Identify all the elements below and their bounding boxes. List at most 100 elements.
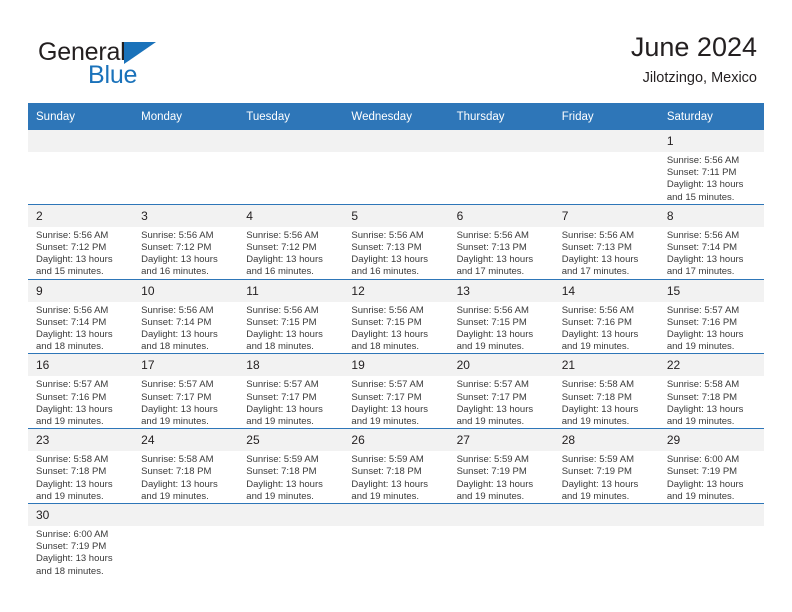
day-number: 2 [28, 204, 134, 227]
day-info-daylight1: Daylight: 13 hours [666, 403, 744, 415]
day-info-daylight1: Daylight: 13 hours [36, 403, 113, 415]
calendar-day-cell[interactable]: 16 Sunrise: 5:57 AM Sunset: 7:16 PM Dayligh… [28, 353, 134, 429]
calendar-empty-cell [343, 130, 449, 205]
day-info-sunset: Sunset: 7:18 PM [36, 466, 107, 478]
day-number: 25 [238, 429, 344, 452]
calendar-day-cell[interactable]: 3 Sunrise: 5:56 AM Sunset: 7:12 PM Daylight… [133, 203, 239, 280]
day-number: 9 [28, 279, 134, 302]
day-number [658, 504, 764, 527]
calendar-day-cell[interactable]: 19 Sunrise: 5:57 AM Sunset: 7:17 PM Dayligh… [343, 353, 449, 429]
day-number [448, 504, 554, 527]
calendar-week-row: 30 Sunrise: 6:00 AM Sunset: 7:19 PM Dayligh… [28, 503, 764, 585]
day-number [343, 504, 449, 527]
calendar-day-cell[interactable]: 25 Sunrise: 5:59 AM Sunset: 7:18 PM Dayligh… [238, 428, 344, 504]
calendar-day-cell[interactable]: 13 Sunrise: 5:56 AM Sunset: 7:15 PM Dayligh… [448, 278, 554, 354]
calendar-day-cell[interactable]: 8 Sunrise: 5:56 AM Sunset: 7:14 PM Daylight… [658, 203, 764, 280]
day-info-sunrise: Sunrise: 5:58 AM [36, 454, 109, 466]
logo-text-blue: Blue [88, 61, 138, 89]
day-info: Sunrise: 5:59 AM Sunset: 7:18 PM Daylight:… [343, 451, 448, 503]
day-number: 5 [343, 204, 449, 227]
day-number [133, 504, 239, 527]
calendar-day-cell[interactable]: 20 Sunrise: 5:57 AM Sunset: 7:17 PM Dayligh… [448, 353, 554, 429]
calendar-day-cell[interactable]: 22 Sunrise: 5:58 AM Sunset: 7:18 PM Dayligh… [658, 353, 764, 429]
day-info-daylight1: Daylight: 13 hours [246, 478, 323, 490]
day-info: Sunrise: 5:56 AM Sunset: 7:13 PM Daylight:… [554, 227, 659, 279]
calendar-day-cell[interactable]: 29 Sunrise: 6:00 AM Sunset: 7:19 PM Dayligh… [658, 428, 764, 504]
day-info-daylight1: Daylight: 13 hours [36, 478, 113, 490]
day-info: Sunrise: 5:59 AM Sunset: 7:19 PM Daylight:… [449, 451, 554, 503]
calendar-day-cell[interactable]: 12 Sunrise: 5:56 AM Sunset: 7:15 PM Dayligh… [343, 278, 449, 354]
calendar-day-cell[interactable]: 9 Sunrise: 5:56 AM Sunset: 7:14 PM Daylight… [28, 278, 134, 354]
day-info-sunset: Sunset: 7:12 PM [36, 242, 107, 254]
day-info-sunrise: Sunrise: 6:00 AM [36, 529, 109, 541]
day-info-sunset: Sunset: 7:16 PM [666, 316, 738, 328]
day-info-sunset: Sunset: 7:17 PM [141, 391, 212, 403]
day-number: 18 [238, 354, 344, 377]
calendar-empty-cell [553, 130, 659, 205]
day-info-daylight2: and 19 minutes. [246, 490, 314, 502]
calendar-day-cell[interactable]: 1 Sunrise: 5:56 AM Sunset: 7:11 PM Daylight… [658, 130, 764, 205]
calendar-day-cell[interactable]: 23 Sunrise: 5:58 AM Sunset: 7:18 PM Dayligh… [28, 428, 134, 504]
calendar-day-cell[interactable]: 14 Sunrise: 5:56 AM Sunset: 7:16 PM Dayligh… [553, 278, 659, 354]
calendar-day-cell[interactable]: 24 Sunrise: 5:58 AM Sunset: 7:18 PM Dayligh… [133, 428, 239, 504]
day-info-sunset: Sunset: 7:14 PM [36, 316, 107, 328]
day-info: Sunrise: 5:59 AM Sunset: 7:18 PM Daylight:… [238, 451, 343, 503]
calendar-day-cell[interactable]: 5 Sunrise: 5:56 AM Sunset: 7:13 PM Daylight… [343, 203, 449, 280]
general-blue-logo[interactable]: General Blue [38, 38, 218, 90]
day-info-sunrise: Sunrise: 5:56 AM [561, 304, 635, 316]
day-info: Sunrise: 5:56 AM Sunset: 7:15 PM Daylight:… [238, 302, 343, 354]
calendar-day-cell[interactable]: 2 Sunrise: 5:56 AM Sunset: 7:12 PM Daylight… [28, 203, 134, 280]
calendar-day-cell[interactable]: 6 Sunrise: 5:56 AM Sunset: 7:13 PM Daylight… [448, 203, 554, 280]
day-info-daylight2: and 19 minutes. [246, 416, 314, 428]
calendar-empty-cell [658, 503, 764, 585]
day-info: Sunrise: 5:57 AM Sunset: 7:17 PM Daylight:… [238, 376, 343, 428]
day-info: Sunrise: 5:56 AM Sunset: 7:15 PM Daylight:… [343, 302, 448, 354]
weekday-header-tuesday: Tuesday [238, 103, 344, 130]
day-info-sunset: Sunset: 7:18 PM [561, 391, 632, 403]
day-number: 22 [658, 354, 764, 377]
day-number: 12 [343, 279, 449, 302]
day-info-sunrise: Sunrise: 5:59 AM [351, 454, 424, 466]
calendar-day-cell[interactable]: 17 Sunrise: 5:57 AM Sunset: 7:17 PM Dayligh… [133, 353, 239, 429]
day-info-sunrise: Sunrise: 5:56 AM [351, 304, 424, 316]
calendar-day-cell[interactable]: 27 Sunrise: 5:59 AM Sunset: 7:19 PM Dayligh… [448, 428, 554, 504]
day-info: Sunrise: 5:57 AM Sunset: 7:17 PM Daylight:… [343, 376, 448, 428]
calendar-day-cell[interactable]: 26 Sunrise: 5:59 AM Sunset: 7:18 PM Dayligh… [343, 428, 449, 504]
calendar-day-cell[interactable]: 15 Sunrise: 5:57 AM Sunset: 7:16 PM Dayligh… [658, 278, 764, 354]
day-info-daylight2: and 18 minutes. [141, 341, 209, 353]
calendar-day-cell[interactable]: 10 Sunrise: 5:56 AM Sunset: 7:14 PM Dayligh… [133, 278, 239, 354]
calendar-day-cell[interactable]: 18 Sunrise: 5:57 AM Sunset: 7:17 PM Dayligh… [238, 353, 344, 429]
day-info-daylight1: Daylight: 13 hours [36, 254, 113, 266]
day-info: Sunrise: 5:58 AM Sunset: 7:18 PM Daylight:… [659, 376, 764, 428]
day-info-sunrise: Sunrise: 6:00 AM [666, 454, 740, 466]
calendar-day-cell[interactable]: 21 Sunrise: 5:58 AM Sunset: 7:18 PM Dayligh… [553, 353, 659, 429]
day-number: 13 [448, 279, 554, 302]
calendar-week-row: 1 Sunrise: 5:56 AM Sunset: 7:11 PM Daylight… [28, 130, 764, 205]
day-info-sunrise: Sunrise: 5:57 AM [246, 379, 319, 391]
day-info-sunset: Sunset: 7:11 PM [666, 167, 737, 179]
day-number: 30 [28, 504, 134, 527]
day-info-daylight1: Daylight: 13 hours [141, 403, 218, 415]
day-info: Sunrise: 5:57 AM Sunset: 7:17 PM Daylight:… [133, 376, 238, 428]
calendar-header-row: Sunday Monday Tuesday Wednesday Thursday… [28, 103, 764, 130]
day-info-sunset: Sunset: 7:13 PM [351, 242, 422, 254]
day-info-sunrise: Sunrise: 5:57 AM [666, 304, 740, 316]
calendar-day-cell[interactable]: 4 Sunrise: 5:56 AM Sunset: 7:12 PM Daylight… [238, 203, 344, 280]
day-info-sunrise: Sunrise: 5:56 AM [141, 229, 214, 241]
calendar-day-cell[interactable]: 7 Sunrise: 5:56 AM Sunset: 7:13 PM Daylight… [553, 203, 659, 280]
day-info-sunrise: Sunrise: 5:57 AM [351, 379, 424, 391]
calendar-day-cell[interactable]: 11 Sunrise: 5:56 AM Sunset: 7:15 PM Dayligh… [238, 278, 344, 354]
calendar-empty-cell [133, 130, 239, 205]
day-number: 24 [133, 429, 239, 452]
calendar-day-cell[interactable]: 28 Sunrise: 5:59 AM Sunset: 7:19 PM Dayligh… [553, 428, 659, 504]
day-info-daylight2: and 18 minutes. [36, 341, 104, 353]
day-info: Sunrise: 5:56 AM Sunset: 7:13 PM Daylight:… [449, 227, 554, 279]
day-info-sunset: Sunset: 7:12 PM [246, 242, 317, 254]
calendar-day-cell[interactable]: 30 Sunrise: 6:00 AM Sunset: 7:19 PM Dayligh… [28, 503, 134, 585]
day-info-sunset: Sunset: 7:17 PM [351, 391, 422, 403]
day-info: Sunrise: 5:56 AM Sunset: 7:12 PM Daylight:… [133, 227, 238, 279]
day-info-daylight1: Daylight: 13 hours [351, 478, 428, 490]
day-info-daylight1: Daylight: 13 hours [141, 329, 218, 341]
day-number [133, 130, 239, 152]
day-number [553, 504, 659, 527]
